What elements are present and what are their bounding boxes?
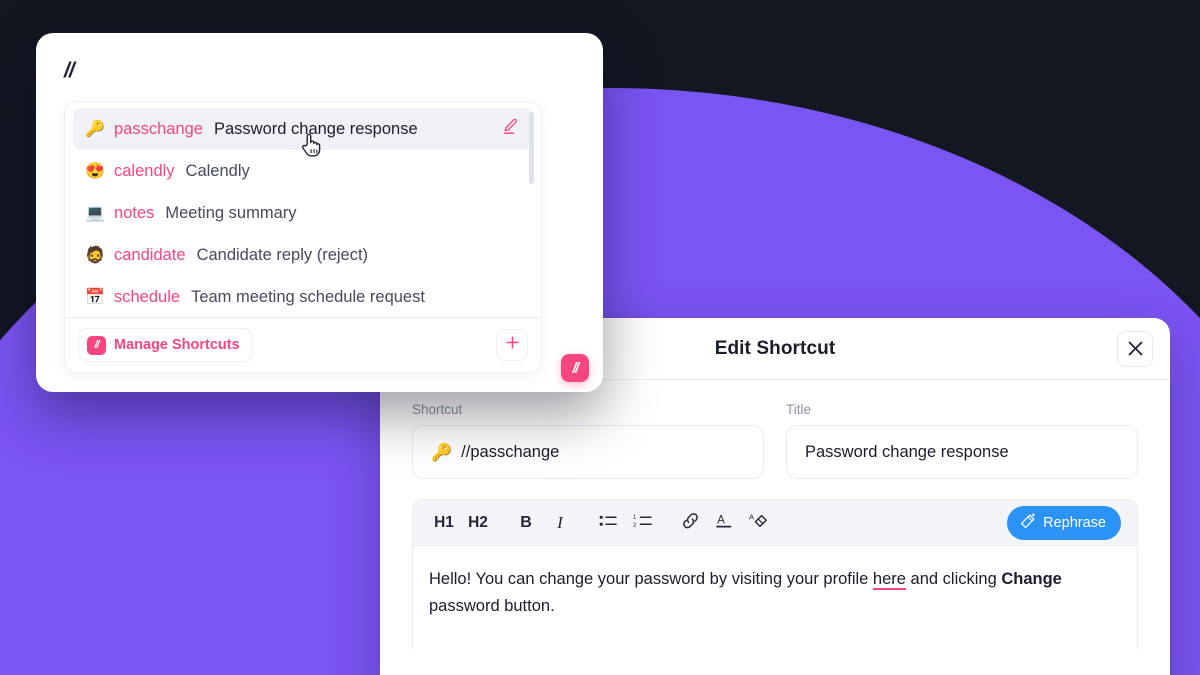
- svg-text:A: A: [749, 512, 754, 521]
- shortcut-key: notes: [114, 203, 155, 222]
- italic-button[interactable]: I: [545, 507, 575, 539]
- floating-brand-badge[interactable]: //: [561, 354, 589, 382]
- content-text-part-3: password button.: [429, 596, 555, 615]
- content-link[interactable]: here: [872, 570, 906, 590]
- bearded-person-emoji: 🧔: [85, 247, 105, 264]
- shortcut-description: Meeting summary: [165, 203, 297, 222]
- shortcut-picker-popup: // 🔑 passchange Password change response: [36, 33, 603, 392]
- brand-logo-icon: //: [87, 335, 106, 355]
- list-item[interactable]: 🧔 candidate Candidate reply (reject): [73, 234, 533, 276]
- clear-formatting-icon: A: [749, 512, 768, 534]
- key-emoji: 🔑: [85, 121, 105, 138]
- shortcut-key: schedule: [114, 287, 181, 306]
- shortcut-description: Calendly: [185, 161, 250, 180]
- svg-text:A: A: [717, 515, 725, 527]
- link-button[interactable]: [675, 507, 705, 539]
- list-item[interactable]: 😍 calendly Calendly: [73, 150, 533, 192]
- editor-toolbar: H1 H2 B I 1 2 A A Rephrase: [413, 500, 1137, 546]
- clear-formatting-button[interactable]: A: [743, 507, 773, 539]
- shortcut-description: Team meeting schedule request: [191, 287, 425, 306]
- numbered-list-button[interactable]: 1 2: [627, 507, 657, 539]
- add-shortcut-button[interactable]: [496, 329, 528, 361]
- title-field-group: Title Password change response: [786, 402, 1138, 479]
- shortcut-list: 🔑 passchange Password change response 😍 …: [65, 102, 541, 319]
- bullet-list-button[interactable]: [593, 507, 623, 539]
- bullet-list-icon: [599, 513, 617, 533]
- shortcut-key: passchange: [114, 119, 203, 138]
- title-field-label: Title: [786, 402, 812, 417]
- shortcut-description: Candidate reply (reject): [196, 245, 369, 264]
- manage-shortcuts-button[interactable]: // Manage Shortcuts: [78, 328, 253, 362]
- heading-2-button[interactable]: H2: [463, 507, 493, 539]
- laptop-emoji: 💻: [85, 205, 105, 222]
- svg-text:2: 2: [633, 523, 637, 529]
- content-text-part-2: and clicking: [905, 570, 1002, 588]
- content-text-part-1: Hello! You can change your password by v…: [429, 570, 873, 588]
- shortcut-input-value: //passchange: [461, 442, 560, 461]
- rephrase-button[interactable]: Rephrase: [1007, 505, 1121, 540]
- close-icon: [1127, 340, 1144, 357]
- list-item[interactable]: 💻 notes Meeting summary: [73, 192, 533, 234]
- text-color-icon: A: [715, 512, 733, 533]
- title-input[interactable]: Password change response: [786, 425, 1138, 479]
- pencil-icon: [502, 118, 519, 139]
- svg-text:1: 1: [633, 515, 637, 521]
- magic-wand-icon: [1020, 512, 1036, 533]
- key-emoji: 🔑: [431, 442, 453, 462]
- list-item[interactable]: 📅 schedule Team meeting schedule request: [73, 276, 533, 318]
- link-icon: [681, 512, 700, 533]
- text-color-button[interactable]: A: [709, 507, 739, 539]
- shortcut-key: calendly: [114, 161, 175, 180]
- list-item[interactable]: 🔑 passchange Password change response: [73, 108, 533, 150]
- shortcut-key: candidate: [114, 245, 186, 264]
- screen: Edit Shortcut Shortcut 🔑 //passchange Ti…: [0, 0, 1200, 675]
- rich-text-editor: H1 H2 B I 1 2 A A Rephrase Hello! You ca…: [412, 499, 1138, 649]
- shortcut-field-label: Shortcut: [412, 402, 463, 417]
- shortcut-field-group: Shortcut 🔑 //passchange: [412, 402, 764, 479]
- close-button[interactable]: [1117, 330, 1153, 367]
- popup-query-text: //: [64, 59, 75, 82]
- content-bold: Change: [1001, 570, 1062, 588]
- list-scrollbar[interactable]: [529, 112, 534, 184]
- editor-content[interactable]: Hello! You can change your password by v…: [413, 546, 1137, 619]
- shortcut-description: Password change response: [214, 119, 418, 138]
- heading-1-button[interactable]: H1: [429, 507, 459, 539]
- page-title: Edit Shortcut: [714, 337, 836, 359]
- bold-button[interactable]: B: [511, 507, 541, 539]
- heart-eyes-emoji: 😍: [85, 163, 105, 180]
- manage-shortcuts-label: Manage Shortcuts: [114, 337, 240, 353]
- numbered-list-icon: 1 2: [633, 513, 652, 533]
- title-input-value: Password change response: [805, 442, 1009, 461]
- shortcut-list-footer: // Manage Shortcuts: [65, 317, 541, 372]
- plus-icon: [505, 335, 520, 355]
- rephrase-label: Rephrase: [1043, 514, 1106, 531]
- field-row: Shortcut 🔑 //passchange Title Password c…: [412, 402, 1138, 479]
- modal-body: Shortcut 🔑 //passchange Title Password c…: [380, 380, 1170, 649]
- calendar-emoji: 📅: [85, 289, 105, 306]
- edit-shortcut-button[interactable]: [502, 118, 519, 140]
- shortcut-input[interactable]: 🔑 //passchange: [412, 425, 764, 479]
- shortcut-list-card: 🔑 passchange Password change response 😍 …: [64, 101, 542, 373]
